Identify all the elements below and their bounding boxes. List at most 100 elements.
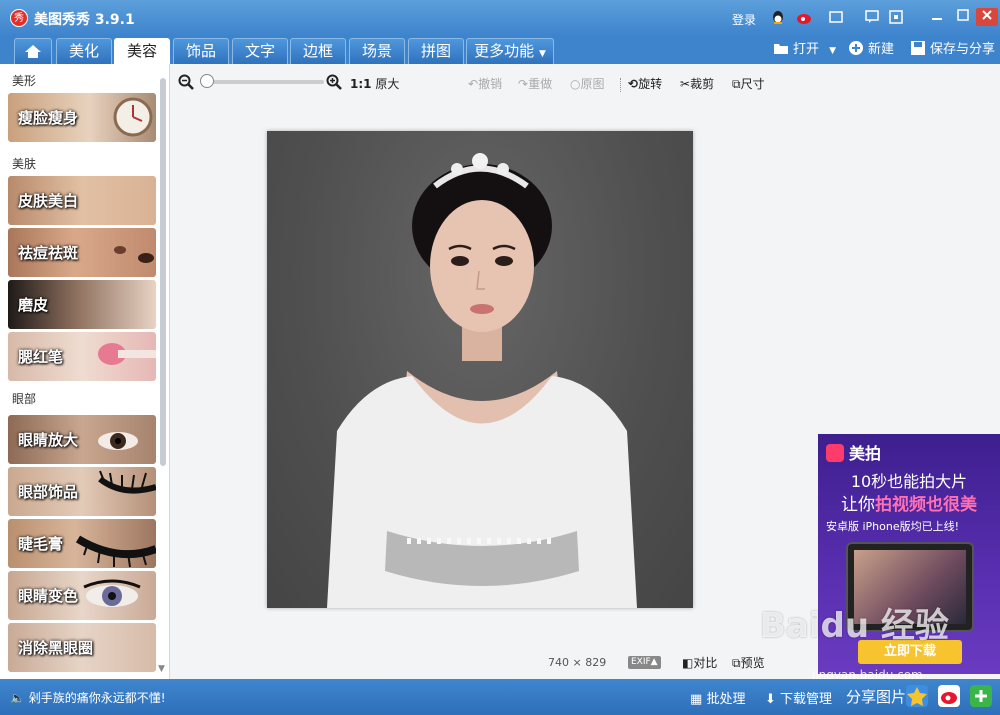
speaker-icon: 🔈 bbox=[10, 691, 25, 705]
baidu-watermark: Baidu 经验 bbox=[760, 606, 949, 646]
ad-brand-name: 美拍 bbox=[849, 444, 882, 463]
redo-button[interactable]: ↷重做 bbox=[518, 76, 552, 92]
ad-platforms: 安卓版 iPhone版均已上线! bbox=[826, 520, 960, 533]
feature-eye-enlarge[interactable]: 眼睛放大 bbox=[8, 415, 156, 464]
feature-label: 磨皮 bbox=[18, 296, 49, 314]
minimize-button[interactable] bbox=[926, 8, 948, 26]
share-image-label: 分享图片 bbox=[846, 688, 907, 706]
new-label: 新建 bbox=[868, 42, 895, 57]
open-label: 打开 bbox=[793, 42, 820, 57]
zoom-in-icon[interactable] bbox=[326, 74, 342, 94]
new-button[interactable]: 新建 bbox=[848, 40, 894, 60]
scroll-down-arrow-icon[interactable]: ▼ bbox=[158, 664, 165, 674]
feature-blush[interactable]: 腮红笔 bbox=[8, 332, 156, 381]
dimension-separator: × bbox=[572, 656, 582, 669]
more-share-icon[interactable] bbox=[970, 685, 992, 707]
ad-subheadline: 让你拍视频也很美 bbox=[818, 490, 1000, 515]
sidebar-scrollbar[interactable] bbox=[160, 78, 166, 466]
download-label: 下载管理 bbox=[780, 692, 833, 707]
tab-beauty[interactable]: 美容 bbox=[114, 38, 170, 64]
feature-dark-circles[interactable]: 消除黑眼圈 bbox=[8, 623, 156, 672]
qq-icon[interactable] bbox=[770, 9, 786, 25]
tab-more-features[interactable]: 更多功能 ▼ bbox=[466, 38, 554, 64]
zoom-slider-track[interactable] bbox=[206, 80, 324, 84]
rotate-icon: ⟲ bbox=[628, 77, 639, 91]
image-width: 740 bbox=[548, 656, 569, 669]
title-bar: 秀 美图秀秀 3.9.1 登录 bbox=[0, 0, 1000, 36]
open-button[interactable]: 打开 ▼ bbox=[773, 40, 836, 60]
folder-icon bbox=[773, 40, 789, 56]
exif-button[interactable]: EXIF▲ bbox=[628, 656, 661, 669]
undo-button[interactable]: ↶撤销 bbox=[468, 76, 502, 92]
feature-label: 眼睛变色 bbox=[18, 587, 79, 605]
preview-icon: ⧉ bbox=[732, 656, 741, 670]
compare-icon: ◧ bbox=[682, 656, 694, 670]
tab-bar: 美化 美容 饰品 文字 边框 场景 拼图 更多功能 ▼ 打开 ▼ 新建 保存与分… bbox=[0, 36, 1000, 64]
zoom-out-icon[interactable] bbox=[178, 74, 194, 94]
batch-label: 批处理 bbox=[706, 692, 746, 707]
tab-collage[interactable]: 拼图 bbox=[408, 38, 464, 64]
feature-eye-accessories[interactable]: 眼部饰品 bbox=[8, 467, 156, 516]
tab-scene[interactable]: 场景 bbox=[349, 38, 405, 64]
redo-icon: ↷ bbox=[518, 77, 529, 91]
compare-label: 对比 bbox=[693, 656, 718, 670]
feature-eye-color[interactable]: 眼睛变色 bbox=[8, 571, 156, 620]
login-link[interactable]: 登录 bbox=[732, 11, 756, 28]
weibo-icon[interactable] bbox=[796, 9, 812, 25]
feedback-icon[interactable] bbox=[864, 9, 880, 25]
circle-icon: ○ bbox=[570, 77, 581, 91]
download-manager-button[interactable]: ⬇ 下载管理 bbox=[765, 688, 832, 707]
toolbar-divider bbox=[620, 78, 621, 92]
feature-label: 眼部饰品 bbox=[18, 483, 79, 501]
resize-button[interactable]: ⧉尺寸 bbox=[732, 76, 765, 92]
save-share-label: 保存与分享 bbox=[930, 42, 996, 57]
ad-subheadline-prefix: 让你 bbox=[841, 495, 875, 515]
feature-mascara[interactable]: 睫毛膏 bbox=[8, 519, 156, 568]
undo-icon: ↶ bbox=[468, 77, 479, 91]
feature-label: 皮肤美白 bbox=[18, 192, 79, 210]
save-icon bbox=[910, 40, 926, 56]
tab-beautify[interactable]: 美化 bbox=[56, 38, 112, 64]
maximize-button[interactable] bbox=[952, 8, 974, 26]
feature-slim-face[interactable]: 瘦脸瘦身 bbox=[8, 93, 156, 142]
tab-frame[interactable]: 边框 bbox=[290, 38, 346, 64]
compare-button[interactable]: ◧对比 bbox=[682, 654, 717, 671]
batch-process-button[interactable]: ▦ 批处理 bbox=[690, 688, 745, 707]
rotate-button[interactable]: ⟲旋转 bbox=[628, 76, 662, 92]
original-image-button[interactable]: ○原图 bbox=[570, 76, 605, 92]
feature-smoothing[interactable]: 磨皮 bbox=[8, 280, 156, 329]
section-title-skin: 美肤 bbox=[12, 157, 37, 171]
image-dimensions: 740 × 829 bbox=[548, 656, 606, 669]
feature-label: 消除黑眼圈 bbox=[18, 639, 94, 657]
status-message[interactable]: 🔈 剁手族的痛你永远都不懂! bbox=[10, 689, 166, 706]
section-title-eyes: 眼部 bbox=[12, 392, 37, 406]
section-title-shape: 美形 bbox=[12, 74, 37, 88]
feature-skin-whitening[interactable]: 皮肤美白 bbox=[8, 176, 156, 225]
fullscreen-icon[interactable] bbox=[888, 9, 904, 25]
tab-text[interactable]: 文字 bbox=[232, 38, 288, 64]
ad-headline: 10秒也能拍大片 bbox=[850, 472, 968, 491]
tab-more-label: 更多功能 bbox=[474, 42, 535, 60]
qzone-share-icon[interactable] bbox=[906, 685, 928, 707]
tab-home[interactable] bbox=[14, 38, 52, 64]
photo-canvas[interactable] bbox=[267, 131, 693, 608]
ad-subheadline-highlight: 拍视频也很美 bbox=[875, 495, 977, 515]
app-logo-icon: 秀 bbox=[10, 9, 28, 27]
zoom-slider-knob[interactable] bbox=[200, 74, 214, 88]
tab-accessories[interactable]: 饰品 bbox=[173, 38, 229, 64]
feature-acne-removal[interactable]: 祛痘祛斑 bbox=[8, 228, 156, 277]
resize-icon: ⧉ bbox=[732, 77, 741, 91]
feature-label: 腮红笔 bbox=[18, 348, 64, 366]
weibo-share-icon[interactable] bbox=[938, 685, 960, 707]
crop-button[interactable]: ✂裁剪 bbox=[680, 76, 714, 92]
save-share-button[interactable]: 保存与分享 bbox=[910, 40, 995, 60]
meipai-logo-icon bbox=[826, 444, 844, 462]
ad-brand: 美拍 bbox=[826, 440, 881, 464]
skin-icon[interactable] bbox=[828, 9, 844, 25]
original-size-label: 原大 bbox=[375, 77, 400, 91]
close-button[interactable] bbox=[976, 8, 998, 26]
preview-button[interactable]: ⧉预览 bbox=[732, 654, 765, 671]
actual-size-button[interactable]: 1:1 原大 bbox=[350, 76, 399, 92]
status-message-text: 剁手族的痛你永远都不懂! bbox=[28, 691, 166, 705]
feature-label: 祛痘祛斑 bbox=[18, 244, 79, 262]
